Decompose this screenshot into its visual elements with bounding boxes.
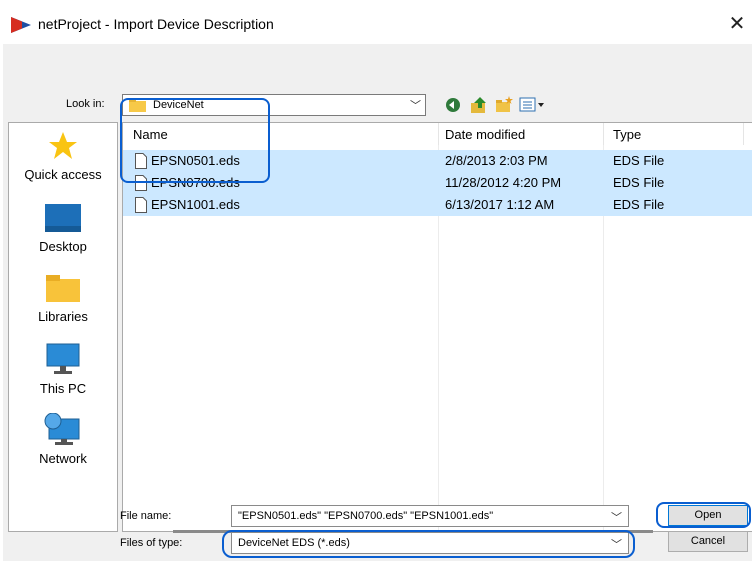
desktop-icon — [45, 204, 81, 232]
file-list[interactable]: Name ^ Date modified Type EPSN0501.eds 2… — [122, 122, 752, 532]
file-type: EDS File — [613, 197, 665, 212]
file-date: 6/13/2017 1:12 AM — [445, 197, 555, 212]
column-header-type[interactable]: Type — [613, 123, 641, 145]
place-label: Quick access — [24, 167, 102, 182]
place-network[interactable]: Network — [9, 413, 117, 466]
view-menu-icon[interactable] — [519, 96, 549, 114]
file-type-highlight-outline — [222, 530, 635, 558]
look-in-label: Look in: — [66, 98, 105, 110]
cancel-button[interactable]: Cancel — [668, 531, 748, 552]
place-desktop[interactable]: Desktop — [9, 203, 117, 254]
file-name-label: File name: — [120, 510, 172, 522]
netproject-app-icon — [11, 17, 31, 33]
open-button-highlight-outline — [656, 502, 751, 528]
place-quick-access[interactable]: Quick access — [9, 131, 117, 182]
file-date: 11/28/2012 4:20 PM — [445, 175, 562, 190]
network-icon — [44, 413, 80, 445]
title-bar: netProject - Import Device Description ✕ — [0, 0, 752, 44]
file-type: EDS File — [613, 175, 665, 190]
file-name-value: "EPSN0501.eds" "EPSN0700.eds" "EPSN1001.… — [238, 510, 494, 522]
file-row[interactable]: EPSN1001.eds 6/13/2017 1:12 AM EDS File — [123, 194, 752, 216]
open-file-dialog: Look in: DeviceNet ﹀ Quick access Deskto… — [3, 44, 752, 561]
column-header-date[interactable]: Date modified — [445, 123, 525, 145]
close-icon[interactable]: ✕ — [722, 10, 752, 40]
libraries-icon — [46, 275, 80, 302]
file-name-input[interactable]: "EPSN0501.eds" "EPSN0700.eds" "EPSN1001.… — [231, 505, 629, 527]
place-label: This PC — [39, 381, 87, 396]
column-divider — [438, 123, 439, 145]
place-this-pc[interactable]: This PC — [9, 343, 117, 396]
file-date: 2/8/2013 2:03 PM — [445, 153, 548, 168]
sort-ascending-icon: ^ — [273, 122, 278, 129]
column-divider — [743, 123, 744, 145]
places-bar: Quick access Desktop Libraries This PC N… — [8, 122, 118, 532]
place-libraries[interactable]: Libraries — [9, 273, 117, 324]
selection-highlight-outline — [120, 98, 270, 183]
column-divider — [603, 123, 604, 145]
place-label: Libraries — [38, 309, 88, 324]
file-icon — [135, 197, 147, 213]
back-icon[interactable] — [444, 96, 464, 114]
computer-icon — [46, 343, 80, 374]
place-label: Network — [39, 451, 87, 466]
file-name: EPSN1001.eds — [151, 197, 240, 212]
up-folder-icon[interactable] — [469, 96, 489, 114]
chevron-down-icon: ﹀ — [410, 100, 421, 112]
chevron-down-icon[interactable]: ﹀ — [611, 509, 622, 525]
place-label: Desktop — [39, 239, 87, 254]
file-type: EDS File — [613, 153, 665, 168]
star-icon — [49, 132, 77, 159]
file-type-label: Files of type: — [120, 537, 183, 549]
window-title: netProject - Import Device Description — [38, 16, 274, 32]
new-folder-icon[interactable] — [494, 96, 514, 114]
